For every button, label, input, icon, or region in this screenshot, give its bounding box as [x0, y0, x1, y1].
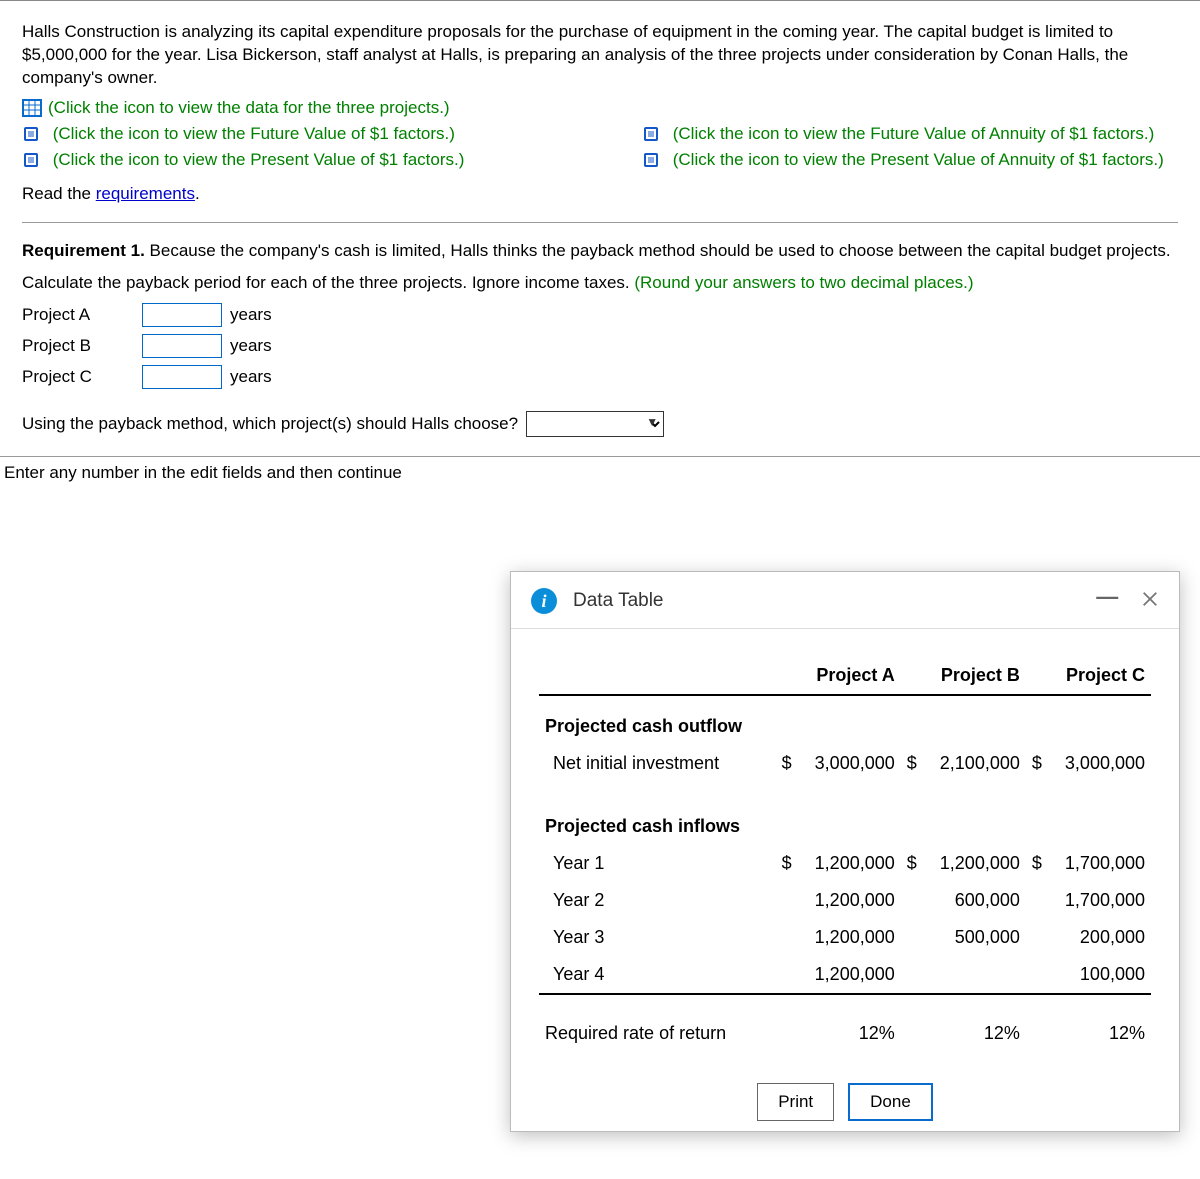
outflow-b: $2,100,000: [901, 745, 1026, 782]
modal-title: Data Table: [573, 590, 664, 612]
link-view-projects-data[interactable]: (Click the icon to view the data for the…: [48, 98, 450, 118]
y2-c: 1,700,000: [1026, 882, 1151, 919]
project-c-label: Project C: [22, 367, 142, 387]
project-a-input[interactable]: [142, 303, 222, 327]
read-requirements-prefix: Read the: [22, 184, 96, 203]
divider: [22, 222, 1178, 223]
col-project-b: Project B: [901, 657, 1026, 695]
link-pv-1[interactable]: (Click the icon to view the Present Valu…: [53, 150, 465, 169]
requirement-1-label: Requirement 1.: [22, 241, 145, 260]
data-table-modal: i Data Table — Project A Project B Proje…: [510, 571, 1180, 1132]
requirement-1-text: Because the company's cash is limited, H…: [145, 241, 1171, 260]
footer-instruction: Enter any number in the edit fields and …: [0, 456, 1200, 483]
grid-icon[interactable]: [22, 99, 42, 117]
data-table: Project A Project B Project C Projected …: [539, 657, 1151, 1052]
project-choice-select[interactable]: [526, 411, 664, 437]
print-button[interactable]: Print: [757, 1083, 834, 1121]
close-icon[interactable]: [1141, 590, 1159, 610]
y3-a: 1,200,000: [776, 919, 901, 956]
requirements-link[interactable]: requirements: [96, 184, 195, 203]
problem-intro: Halls Construction is analyzing its capi…: [22, 21, 1178, 90]
col-project-c: Project C: [1026, 657, 1151, 695]
y2-b: 600,000: [901, 882, 1026, 919]
year3-label: Year 3: [539, 919, 776, 956]
link-fv-1[interactable]: (Click the icon to view the Future Value…: [53, 124, 455, 143]
y3-b: 500,000: [901, 919, 1026, 956]
year4-label: Year 4: [539, 956, 776, 994]
read-requirements-suffix: .: [195, 184, 200, 203]
done-button[interactable]: Done: [848, 1083, 933, 1121]
rounding-hint: (Round your answers to two decimal place…: [634, 273, 973, 292]
choose-question: Using the payback method, which project(…: [22, 414, 518, 434]
y1-c: $1,700,000: [1026, 845, 1151, 882]
calc-instruction: Calculate the payback period for each of…: [22, 273, 634, 292]
net-initial-investment-label: Net initial investment: [539, 745, 776, 782]
minimize-icon[interactable]: —: [1096, 588, 1118, 606]
years-unit: years: [230, 336, 272, 356]
book-icon[interactable]: [22, 125, 42, 143]
project-b-input[interactable]: [142, 334, 222, 358]
project-b-label: Project B: [22, 336, 142, 356]
years-unit: years: [230, 367, 272, 387]
link-pva-1[interactable]: (Click the icon to view the Present Valu…: [673, 150, 1164, 169]
rate-label: Required rate of return: [539, 994, 776, 1052]
year1-label: Year 1: [539, 845, 776, 882]
rate-c: 12%: [1026, 994, 1151, 1052]
book-icon[interactable]: [642, 125, 662, 143]
y4-b: [901, 956, 1026, 994]
link-fva-1[interactable]: (Click the icon to view the Future Value…: [673, 124, 1155, 143]
y1-a: $1,200,000: [776, 845, 901, 882]
project-c-input[interactable]: [142, 365, 222, 389]
y2-a: 1,200,000: [776, 882, 901, 919]
inflow-heading: Projected cash inflows: [539, 782, 1151, 845]
requirement-1: Requirement 1. Because the company's cas…: [22, 241, 1178, 261]
info-icon: i: [531, 588, 557, 614]
rate-b: 12%: [901, 994, 1026, 1052]
year2-label: Year 2: [539, 882, 776, 919]
y3-c: 200,000: [1026, 919, 1151, 956]
col-project-a: Project A: [776, 657, 901, 695]
rate-a: 12%: [776, 994, 901, 1052]
outflow-c: $3,000,000: [1026, 745, 1151, 782]
years-unit: years: [230, 305, 272, 325]
project-a-label: Project A: [22, 305, 142, 325]
y4-a: 1,200,000: [776, 956, 901, 994]
book-icon[interactable]: [642, 151, 662, 169]
outflow-heading: Projected cash outflow: [539, 695, 1151, 745]
book-icon[interactable]: [22, 151, 42, 169]
y1-b: $1,200,000: [901, 845, 1026, 882]
outflow-a: $3,000,000: [776, 745, 901, 782]
y4-c: 100,000: [1026, 956, 1151, 994]
